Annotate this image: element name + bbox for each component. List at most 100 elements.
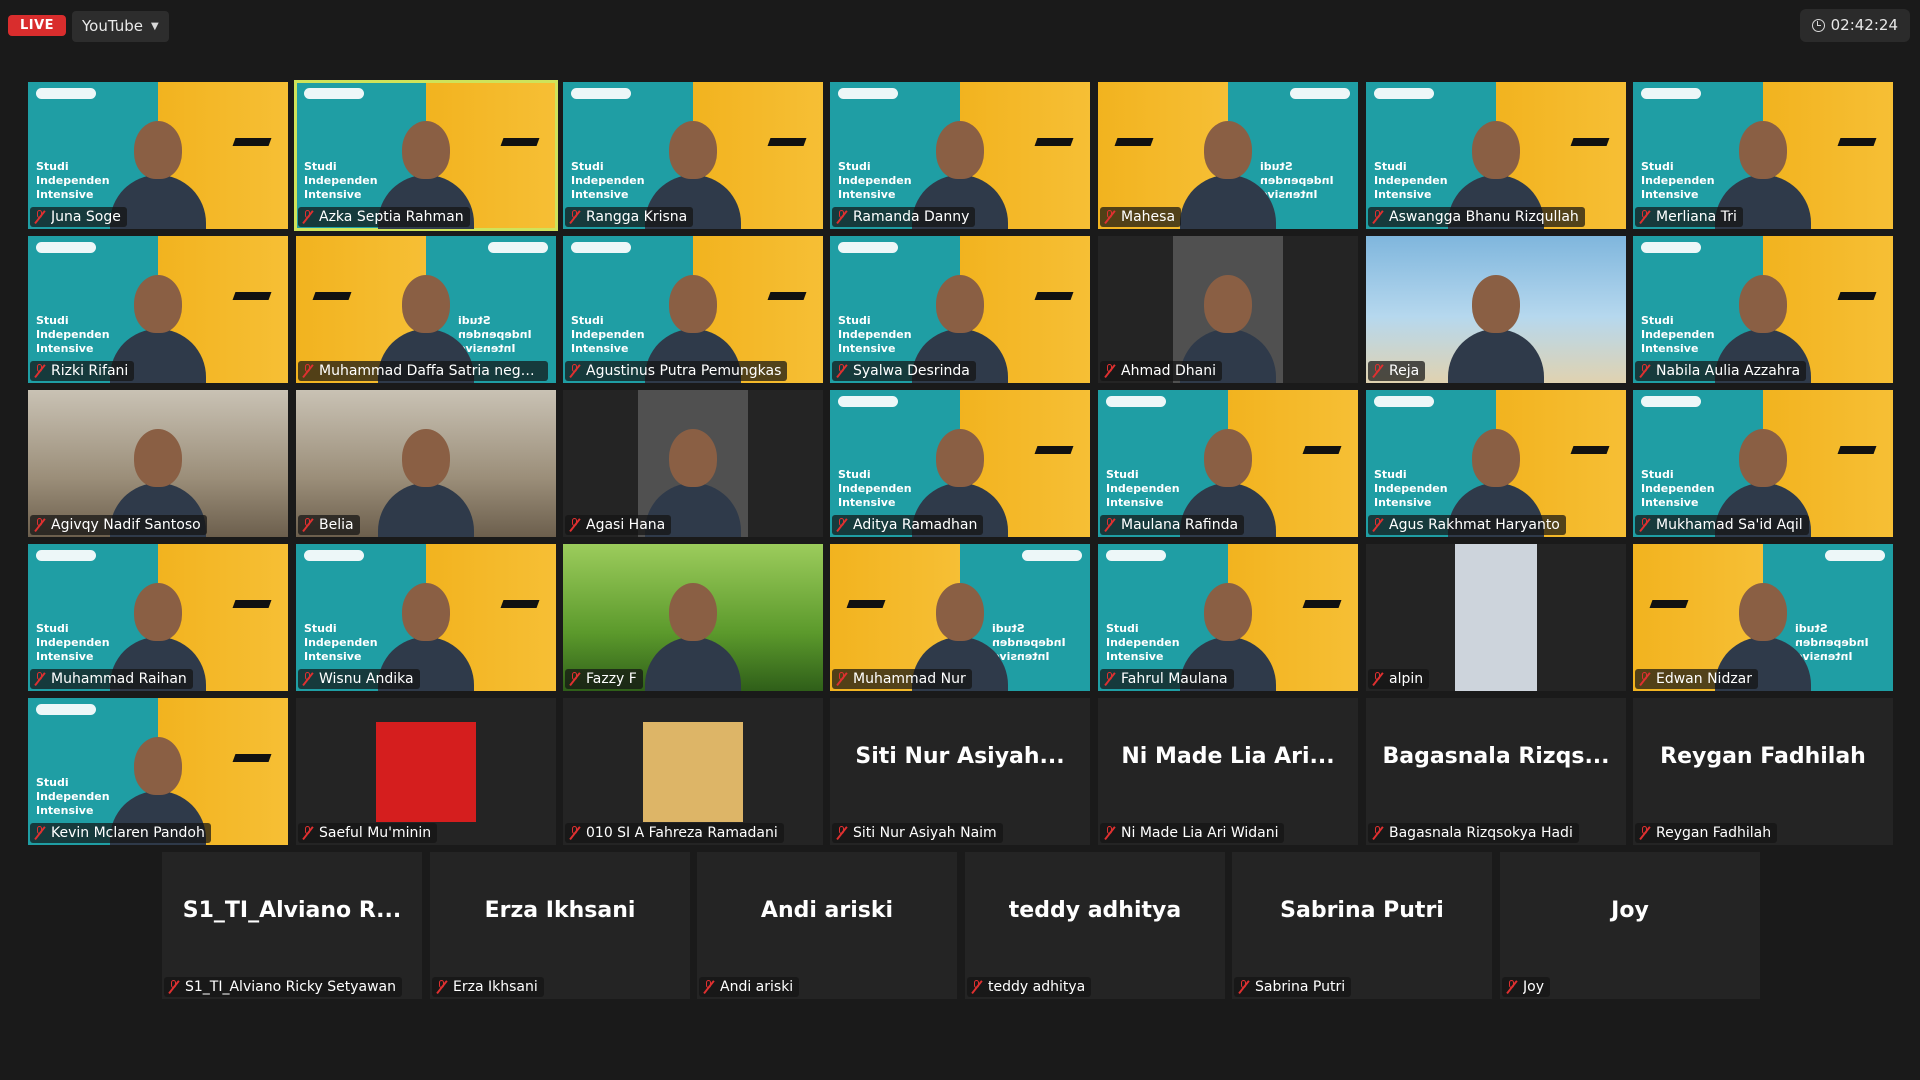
participant-tile[interactable]: Studi Independen Intensive Merliana Tri (1633, 82, 1893, 229)
participant-tile[interactable]: Studi Independen Intensive Nabila Aulia A… (1633, 236, 1893, 383)
graduation-cap-icon (1837, 292, 1877, 300)
participant-nameplate: Agustinus Putra Pemungkas (565, 361, 788, 381)
participant-tile[interactable]: Andi ariski Andi ariski (697, 852, 957, 999)
graduation-cap-icon (846, 600, 886, 608)
msib-logo-icon (1641, 396, 1701, 407)
msib-logo-icon (571, 242, 631, 253)
participant-nameplate: Syalwa Desrinda (832, 361, 976, 381)
participant-tile[interactable]: Agivqy Nadif Santoso (28, 390, 288, 537)
participant-tile[interactable]: Studi Independen Intensive Edwan Nidzar (1633, 544, 1893, 691)
participant-nameplate: Rizki Rifani (30, 361, 135, 381)
participant-display-name: teddy adhitya (1008, 898, 1182, 923)
msib-logo-icon (36, 550, 96, 561)
participant-tile[interactable]: Studi Independen Intensive Mukhamad Sa'id… (1633, 390, 1893, 537)
participant-tile[interactable]: Studi Independen Intensive Juna Soge (28, 82, 288, 229)
participant-tile[interactable]: Reygan Fadhilah Reygan Fadhilah (1633, 698, 1893, 845)
participant-name: Kevin Mclaren Pandoh (51, 825, 205, 841)
participant-tile[interactable]: Studi Independen Intensive Muhammad Nur (830, 544, 1090, 691)
participant-name: Rizki Rifani (51, 363, 129, 379)
msib-logo-icon (1106, 396, 1166, 407)
participant-tile[interactable]: Siti Nur Asiyah... Siti Nur Asiyah Naim (830, 698, 1090, 845)
participant-nameplate: Erza Ikhsani (432, 977, 544, 997)
participant-tile[interactable]: Studi Independen Intensive Aswangga Bhanu… (1366, 82, 1626, 229)
participant-nameplate: Muhammad Daffa Satria negar... (298, 361, 548, 381)
participant-tile[interactable]: Studi Independen Intensive Ramanda Danny (830, 82, 1090, 229)
participant-tile[interactable]: Studi Independen Intensive Wisnu Andika (296, 544, 556, 691)
graduation-cap-icon (767, 292, 807, 300)
participant-nameplate: Joy (1502, 977, 1550, 997)
participant-nameplate: Agasi Hana (565, 515, 672, 535)
participant-tile[interactable]: Studi Independen Intensive Mahesa (1098, 82, 1358, 229)
mic-muted-icon (569, 826, 581, 840)
participant-nameplate: Nabila Aulia Azzahra (1635, 361, 1807, 381)
profile-picture (643, 721, 743, 822)
participant-nameplate: Muhammad Raihan (30, 669, 193, 689)
participant-tile[interactable]: Belia (296, 390, 556, 537)
graduation-cap-icon (1570, 446, 1610, 454)
mic-muted-icon (836, 672, 848, 686)
participant-display-name: Bagasnala Rizqs... (1382, 744, 1610, 769)
mic-muted-icon (569, 210, 581, 224)
participant-tile[interactable]: Agasi Hana (563, 390, 823, 537)
participant-name: Ahmad Dhani (1121, 363, 1216, 379)
participant-tile[interactable]: Bagasnala Rizqs... Bagasnala Rizqsokya Ha… (1366, 698, 1626, 845)
participant-video (1448, 263, 1544, 383)
participant-name: Edwan Nidzar (1656, 671, 1753, 687)
participant-tile[interactable]: Ni Made Lia Ari... Ni Made Lia Ari Widani (1098, 698, 1358, 845)
participant-display-name: Erza Ikhsani (484, 898, 636, 923)
graduation-cap-icon (232, 292, 272, 300)
participant-name: Juna Soge (51, 209, 121, 225)
participant-nameplate: Azka Septia Rahman (298, 207, 470, 227)
participant-display-name: Andi ariski (760, 898, 894, 923)
participant-tile[interactable]: Studi Independen Intensive Kevin Mclaren … (28, 698, 288, 845)
participant-tile[interactable]: Studi Independen Intensive Azka Septia Ra… (294, 80, 558, 231)
mic-muted-icon (302, 826, 314, 840)
participant-nameplate: Andi ariski (699, 977, 800, 997)
participant-tile[interactable]: Erza Ikhsani Erza Ikhsani (430, 852, 690, 999)
participant-name: 010 SI A Fahreza Ramadani (586, 825, 778, 841)
participant-name: Reja (1389, 363, 1420, 379)
mic-muted-icon (836, 364, 848, 378)
mic-muted-icon (1372, 826, 1384, 840)
participant-tile[interactable]: Studi Independen Intensive Fahrul Maulana (1098, 544, 1358, 691)
participant-tile[interactable]: Studi Independen Intensive Muhammad Raiha… (28, 544, 288, 691)
participant-tile[interactable]: Studi Independen Intensive Agustinus Putr… (563, 236, 823, 383)
participant-nameplate: Sabrina Putri (1234, 977, 1352, 997)
participant-name: Aditya Ramadhan (853, 517, 978, 533)
participant-name: Belia (319, 517, 354, 533)
participant-tile[interactable]: alpin (1366, 544, 1626, 691)
participant-tile[interactable]: Studi Independen Intensive Rizki Rifani (28, 236, 288, 383)
mic-muted-icon (569, 518, 581, 532)
msib-logo-icon (488, 242, 548, 253)
mic-muted-icon (34, 210, 46, 224)
participant-tile[interactable]: teddy adhitya teddy adhitya (965, 852, 1225, 999)
participant-name: Agustinus Putra Pemungkas (586, 363, 782, 379)
participant-tile[interactable]: Reja (1366, 236, 1626, 383)
participant-tile[interactable]: S1_TI_Alviano R... S1_TI_Alviano Ricky Se… (162, 852, 422, 999)
participant-tile[interactable]: Ahmad Dhani (1098, 236, 1358, 383)
participant-tile[interactable]: Studi Independen Intensive Syalwa Desrind… (830, 236, 1090, 383)
mic-muted-icon (569, 364, 581, 378)
participant-nameplate: Reja (1368, 361, 1426, 381)
participant-tile[interactable]: Studi Independen Intensive Aditya Ramadha… (830, 390, 1090, 537)
msib-logo-icon (1641, 88, 1701, 99)
participant-name: Joy (1523, 979, 1544, 995)
participant-tile[interactable]: Studi Independen Intensive Maulana Rafind… (1098, 390, 1358, 537)
participant-tile[interactable]: Fazzy F (563, 544, 823, 691)
mic-muted-icon (302, 364, 314, 378)
graduation-cap-icon (1570, 138, 1610, 146)
participant-tile[interactable]: Joy Joy (1500, 852, 1760, 999)
participant-tile[interactable]: Saeful Mu'minin (296, 698, 556, 845)
participant-display-name: Joy (1611, 898, 1649, 923)
participant-nameplate: Bagasnala Rizqsokya Hadi (1368, 823, 1579, 843)
participant-video (378, 417, 474, 537)
participant-tile[interactable]: 010 SI A Fahreza Ramadani (563, 698, 823, 845)
participant-tile[interactable]: Sabrina Putri Sabrina Putri (1232, 852, 1492, 999)
participant-tile[interactable]: Studi Independen Intensive Rangga Krisna (563, 82, 823, 229)
participant-nameplate: Fahrul Maulana (1100, 669, 1234, 689)
participant-nameplate: Juna Soge (30, 207, 127, 227)
participant-tile[interactable]: Studi Independen Intensive Agus Rakhmat H… (1366, 390, 1626, 537)
msib-logo-icon (1825, 550, 1885, 561)
participant-name: Rangga Krisna (586, 209, 688, 225)
participant-tile[interactable]: Studi Independen Intensive Muhammad Daffa… (296, 236, 556, 383)
